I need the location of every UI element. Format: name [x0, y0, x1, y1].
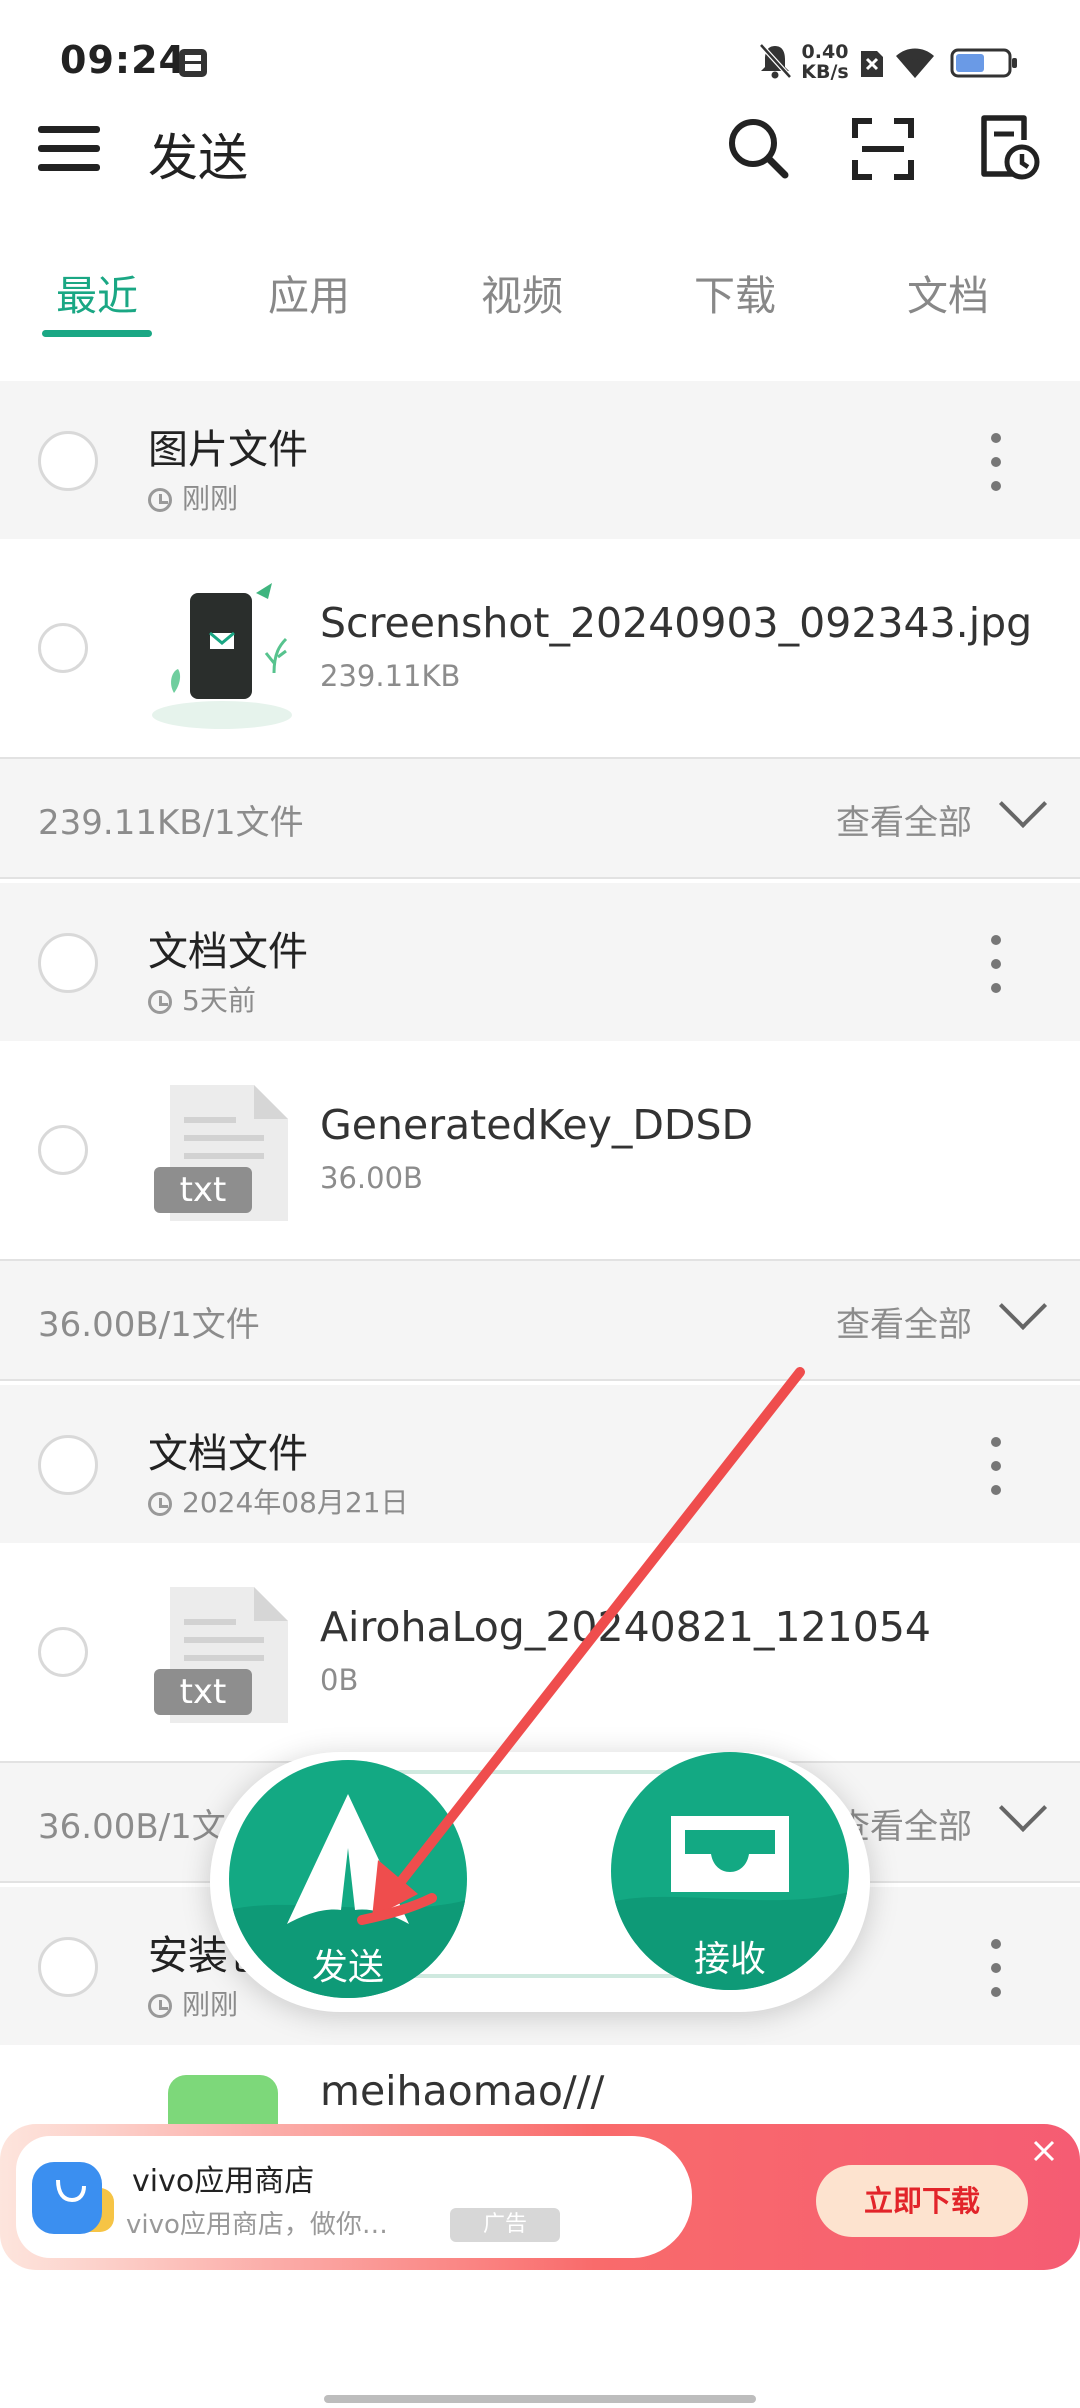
status-bar: 09:24 0.40 KB/s: [0, 0, 1080, 110]
status-time: 09:24: [60, 38, 186, 82]
search-icon[interactable]: [726, 116, 790, 180]
more-options-icon[interactable]: [990, 1437, 1002, 1497]
file-select-checkbox[interactable]: [38, 623, 88, 673]
file-size: 0B: [320, 1663, 359, 1697]
group-select-checkbox[interactable]: [38, 1435, 98, 1495]
group-select-checkbox[interactable]: [38, 1937, 98, 1997]
home-indicator[interactable]: [324, 2395, 756, 2403]
apk-icon: [168, 2075, 278, 2125]
view-all-link[interactable]: 查看全部: [836, 1297, 972, 1346]
mute-bell-icon: [759, 43, 792, 79]
ad-banner[interactable]: vivo应用商店 vivo应用商店，做你… 广告 立即下载: [0, 2124, 1080, 2270]
clock-icon: [148, 990, 172, 1014]
tab-apps[interactable]: 应用: [268, 262, 350, 322]
download-now-button[interactable]: 立即下载: [816, 2165, 1028, 2237]
tab-downloads[interactable]: 下载: [694, 262, 776, 322]
ad-title: vivo应用商店: [132, 2164, 315, 2199]
group-title: 图片文件: [148, 427, 308, 473]
clock-icon: [148, 488, 172, 512]
group-time-text: 2024年08月21日: [182, 1486, 409, 1519]
file-name: GeneratedKey_DDSD: [320, 1101, 754, 1149]
summary-text: 239.11KB/1文件: [38, 803, 304, 843]
group-time-text: 5天前: [182, 984, 256, 1017]
summary-text: 36.00B/1文件: [38, 1305, 260, 1345]
wifi-icon: [896, 48, 934, 78]
file-size: 239.11KB: [320, 659, 461, 693]
group-time-text: 刚刚: [182, 482, 239, 515]
group-summary: 36.00B/1文件 查看全部: [0, 1259, 1080, 1381]
more-options-icon[interactable]: [990, 433, 1002, 493]
net-speed: 0.40 KB/s: [800, 42, 850, 82]
battery-icon: [950, 48, 1017, 78]
ad-tag: 广告: [450, 2208, 560, 2242]
send-label: 发送: [311, 1947, 384, 1988]
file-row[interactable]: txt AirohaLog_20240821_121054 0B: [0, 1543, 1080, 1761]
more-options-icon[interactable]: [990, 1939, 1002, 1999]
send-button[interactable]: 发送: [229, 1760, 467, 1998]
view-all-link[interactable]: 查看全部: [836, 795, 972, 844]
file-name: AirohaLog_20240821_121054: [320, 1603, 932, 1651]
app-store-icon: [32, 2162, 114, 2234]
file-row[interactable]: Screenshot_20240903_092343.jpg 239.11KB: [0, 539, 1080, 757]
tab-documents[interactable]: 文档: [907, 262, 989, 322]
menu-icon[interactable]: [38, 124, 100, 174]
group-select-checkbox[interactable]: [38, 431, 98, 491]
group-time: 5天前: [148, 979, 256, 1019]
file-type-badge: txt: [154, 1669, 252, 1715]
txt-file-icon: txt: [154, 1083, 288, 1223]
net-speed-value: 0.40: [801, 41, 849, 63]
file-select-checkbox[interactable]: [38, 1125, 88, 1175]
image-thumbnail: [152, 583, 292, 729]
group-time: 2024年08月21日: [148, 1481, 409, 1521]
file-select-checkbox[interactable]: [38, 1627, 88, 1677]
file-row[interactable]: meihaomao///: [0, 2045, 1080, 2125]
more-options-icon[interactable]: [990, 935, 1002, 995]
group-header[interactable]: 文档文件 5天前: [0, 883, 1080, 1041]
ad-description: vivo应用商店，做你…: [126, 2210, 388, 2240]
clock-icon: [148, 1492, 172, 1516]
file-name: meihaomao///: [320, 2067, 605, 2115]
group-title: 文档文件: [148, 1431, 308, 1477]
file-type-badge: txt: [154, 1167, 252, 1213]
no-sim-icon: [861, 51, 883, 77]
file-row[interactable]: txt GeneratedKey_DDSD 36.00B: [0, 1041, 1080, 1259]
tab-recent[interactable]: 最近: [56, 262, 138, 322]
chevron-down-icon[interactable]: [998, 1281, 1048, 1331]
chevron-down-icon[interactable]: [998, 779, 1048, 829]
receive-button[interactable]: 接收: [611, 1752, 849, 1990]
net-speed-unit: KB/s: [801, 61, 849, 83]
history-icon[interactable]: [978, 114, 1040, 182]
clock-icon: [148, 1994, 172, 2018]
page-title: 发送: [148, 129, 248, 187]
file-size: 36.00B: [320, 1161, 423, 1195]
chevron-down-icon[interactable]: [998, 1783, 1048, 1833]
tab-videos[interactable]: 视频: [481, 262, 563, 322]
group-header[interactable]: 图片文件 刚刚: [0, 381, 1080, 539]
sim-icon: [179, 49, 207, 77]
tab-indicator: [42, 330, 152, 337]
txt-file-icon: txt: [154, 1585, 288, 1725]
scan-icon[interactable]: [852, 118, 914, 180]
group-header[interactable]: 文档文件 2024年08月21日: [0, 1385, 1080, 1543]
file-name: Screenshot_20240903_092343.jpg: [320, 599, 1033, 647]
close-icon[interactable]: [1031, 2138, 1057, 2164]
group-time: 刚刚: [148, 477, 238, 517]
group-select-checkbox[interactable]: [38, 933, 98, 993]
receive-label: 接收: [693, 1939, 766, 1980]
group-time: 刚刚: [148, 1983, 238, 2023]
group-title: 文档文件: [148, 929, 308, 975]
group-summary: 239.11KB/1文件 查看全部: [0, 757, 1080, 879]
